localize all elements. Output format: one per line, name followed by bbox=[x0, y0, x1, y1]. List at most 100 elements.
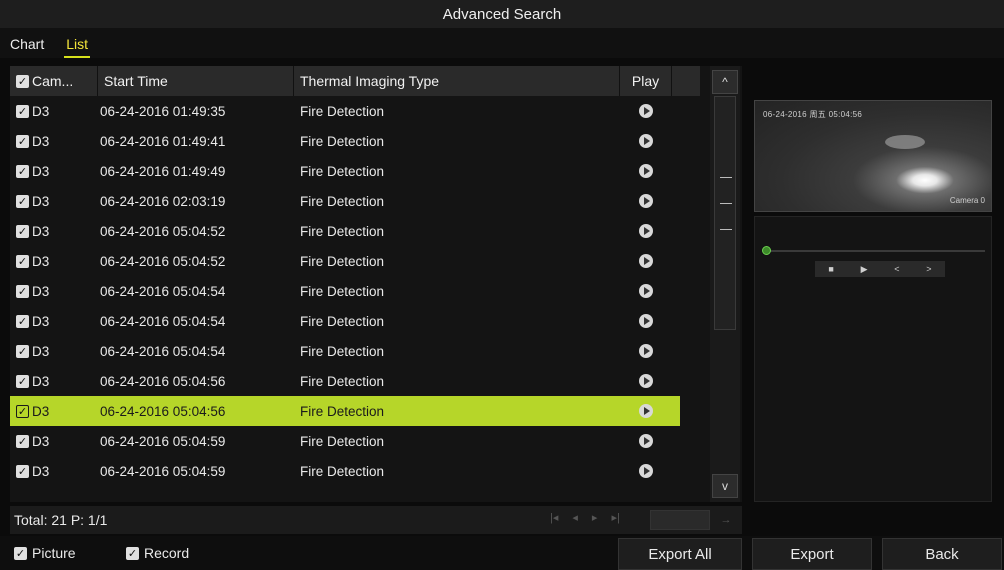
scroll-thumb[interactable] bbox=[714, 96, 736, 330]
tab-bar: Chart List bbox=[0, 28, 1004, 58]
table-row[interactable]: ✓ D3 06-24-2016 02:03:19 Fire Detection bbox=[10, 186, 680, 216]
scroll-up-button[interactable]: ^ bbox=[712, 70, 738, 94]
table-row[interactable]: ✓ D3 06-24-2016 05:04:59 Fire Detection bbox=[10, 456, 680, 486]
last-page-icon[interactable]: ▸| bbox=[611, 511, 619, 524]
row-checkbox[interactable]: ✓ bbox=[16, 314, 29, 328]
row-type: Fire Detection bbox=[300, 313, 385, 329]
row-type: Fire Detection bbox=[300, 343, 385, 359]
scroll-down-button[interactable]: v bbox=[712, 474, 738, 498]
row-checkbox[interactable]: ✓ bbox=[16, 254, 29, 268]
header-start-time[interactable]: Start Time bbox=[98, 66, 294, 96]
tab-chart[interactable]: Chart bbox=[8, 36, 46, 58]
play-icon[interactable] bbox=[639, 104, 653, 118]
tab-list[interactable]: List bbox=[64, 36, 91, 58]
row-start-time: 06-24-2016 02:03:19 bbox=[100, 193, 226, 209]
row-camera: D3 bbox=[32, 343, 50, 359]
row-checkbox[interactable]: ✓ bbox=[16, 344, 29, 358]
table-row[interactable]: ✓ D3 06-24-2016 01:49:35 Fire Detection bbox=[10, 96, 680, 126]
prev-page-icon[interactable]: ◂ bbox=[572, 511, 578, 524]
header-camera[interactable]: ✓ Cam... bbox=[10, 66, 98, 96]
play-icon[interactable] bbox=[639, 164, 653, 178]
scroll-track[interactable] bbox=[714, 96, 736, 466]
table-row-selected[interactable]: ✓ D3 06-24-2016 05:04:56 Fire Detection bbox=[10, 396, 680, 426]
row-start-time: 06-24-2016 05:04:59 bbox=[100, 463, 226, 479]
row-checkbox[interactable]: ✓ bbox=[16, 194, 29, 208]
header-play: Play bbox=[620, 66, 672, 96]
play-icon[interactable] bbox=[639, 404, 653, 418]
row-start-time: 06-24-2016 05:04:56 bbox=[100, 403, 226, 419]
row-type: Fire Detection bbox=[300, 433, 385, 449]
play-icon[interactable] bbox=[639, 254, 653, 268]
play-icon[interactable] bbox=[639, 344, 653, 358]
row-camera: D3 bbox=[32, 313, 50, 329]
table-row[interactable]: ✓ D3 06-24-2016 01:49:49 Fire Detection bbox=[10, 156, 680, 186]
next-page-icon[interactable]: ▸ bbox=[592, 511, 598, 524]
table-row[interactable]: ✓ D3 06-24-2016 05:04:59 Fire Detection bbox=[10, 426, 680, 456]
row-type: Fire Detection bbox=[300, 223, 385, 239]
table-row[interactable]: ✓ D3 06-24-2016 05:04:54 Fire Detection bbox=[10, 306, 680, 336]
row-camera: D3 bbox=[32, 133, 50, 149]
playback-progress-knob[interactable] bbox=[762, 246, 771, 255]
table-scrollbar[interactable]: ^ v bbox=[710, 66, 740, 502]
playback-progress-track[interactable] bbox=[765, 250, 985, 252]
record-option[interactable]: ✓ Record bbox=[126, 545, 189, 561]
row-start-time: 06-24-2016 05:04:59 bbox=[100, 433, 226, 449]
header-camera-label: Cam... bbox=[32, 73, 74, 89]
row-checkbox[interactable]: ✓ bbox=[16, 104, 29, 118]
page-nav: |◂ ◂ ▸ ▸| bbox=[550, 511, 620, 524]
table-row[interactable]: ✓ D3 06-24-2016 05:04:56 Fire Detection bbox=[10, 366, 680, 396]
page-number-input[interactable] bbox=[650, 510, 710, 530]
play-icon[interactable] bbox=[639, 194, 653, 208]
table-row[interactable]: ✓ D3 06-24-2016 05:04:54 Fire Detection bbox=[10, 336, 680, 366]
go-page-icon[interactable]: → bbox=[714, 510, 738, 530]
picture-option[interactable]: ✓ Picture bbox=[14, 545, 76, 561]
picture-checkbox[interactable]: ✓ bbox=[14, 546, 27, 560]
row-type: Fire Detection bbox=[300, 253, 385, 269]
playback-preview: 06-24-2016 周五 05:04:56 Camera 0 bbox=[754, 100, 992, 212]
total-count: Total: 21 P: 1/1 bbox=[14, 512, 108, 528]
record-checkbox[interactable]: ✓ bbox=[126, 546, 139, 560]
row-start-time: 06-24-2016 05:04:52 bbox=[100, 223, 226, 239]
play-icon[interactable] bbox=[639, 284, 653, 298]
row-checkbox[interactable]: ✓ bbox=[16, 164, 29, 178]
select-all-checkbox[interactable]: ✓ bbox=[16, 74, 29, 88]
row-start-time: 06-24-2016 05:04:54 bbox=[100, 313, 226, 329]
window-title: Advanced Search bbox=[0, 0, 1004, 28]
row-checkbox[interactable]: ✓ bbox=[16, 224, 29, 238]
scroll-grip-line bbox=[720, 203, 732, 204]
row-checkbox[interactable]: ✓ bbox=[16, 434, 29, 448]
row-checkbox[interactable]: ✓ bbox=[16, 374, 29, 388]
previous-icon[interactable]: < bbox=[894, 264, 899, 274]
play-icon[interactable] bbox=[639, 314, 653, 328]
row-checkbox[interactable]: ✓ bbox=[16, 284, 29, 298]
first-page-icon[interactable]: |◂ bbox=[550, 511, 558, 524]
table-row[interactable]: ✓ D3 06-24-2016 01:49:41 Fire Detection bbox=[10, 126, 680, 156]
row-type: Fire Detection bbox=[300, 283, 385, 299]
header-spacer bbox=[672, 66, 700, 96]
table-row[interactable]: ✓ D3 06-24-2016 05:04:54 Fire Detection bbox=[10, 276, 680, 306]
row-checkbox[interactable]: ✓ bbox=[16, 404, 29, 418]
play-icon[interactable] bbox=[639, 134, 653, 148]
action-bar: ✓ Picture ✓ Record Export All Export Bac… bbox=[0, 536, 1004, 570]
pagination-bar: Total: 21 P: 1/1 |◂ ◂ ▸ ▸| → bbox=[10, 506, 742, 534]
export-all-button[interactable]: Export All bbox=[618, 538, 742, 570]
export-button[interactable]: Export bbox=[752, 538, 872, 570]
table-row[interactable]: ✓ D3 06-24-2016 05:04:52 Fire Detection bbox=[10, 216, 680, 246]
play-icon[interactable] bbox=[639, 374, 653, 388]
stop-icon[interactable]: ■ bbox=[828, 264, 833, 274]
table-row[interactable]: ✓ D3 06-24-2016 05:04:52 Fire Detection bbox=[10, 246, 680, 276]
play-icon[interactable]: ▶ bbox=[861, 264, 868, 275]
row-checkbox[interactable]: ✓ bbox=[16, 464, 29, 478]
next-icon[interactable]: > bbox=[926, 264, 931, 274]
row-start-time: 06-24-2016 01:49:41 bbox=[100, 133, 226, 149]
back-button[interactable]: Back bbox=[882, 538, 1002, 570]
play-icon[interactable] bbox=[639, 224, 653, 238]
play-icon[interactable] bbox=[639, 434, 653, 448]
row-checkbox[interactable]: ✓ bbox=[16, 134, 29, 148]
header-thermal-type[interactable]: Thermal Imaging Type bbox=[294, 66, 620, 96]
row-camera: D3 bbox=[32, 463, 50, 479]
play-icon[interactable] bbox=[639, 464, 653, 478]
row-type: Fire Detection bbox=[300, 103, 385, 119]
row-camera: D3 bbox=[32, 193, 50, 209]
row-start-time: 06-24-2016 01:49:49 bbox=[100, 163, 226, 179]
